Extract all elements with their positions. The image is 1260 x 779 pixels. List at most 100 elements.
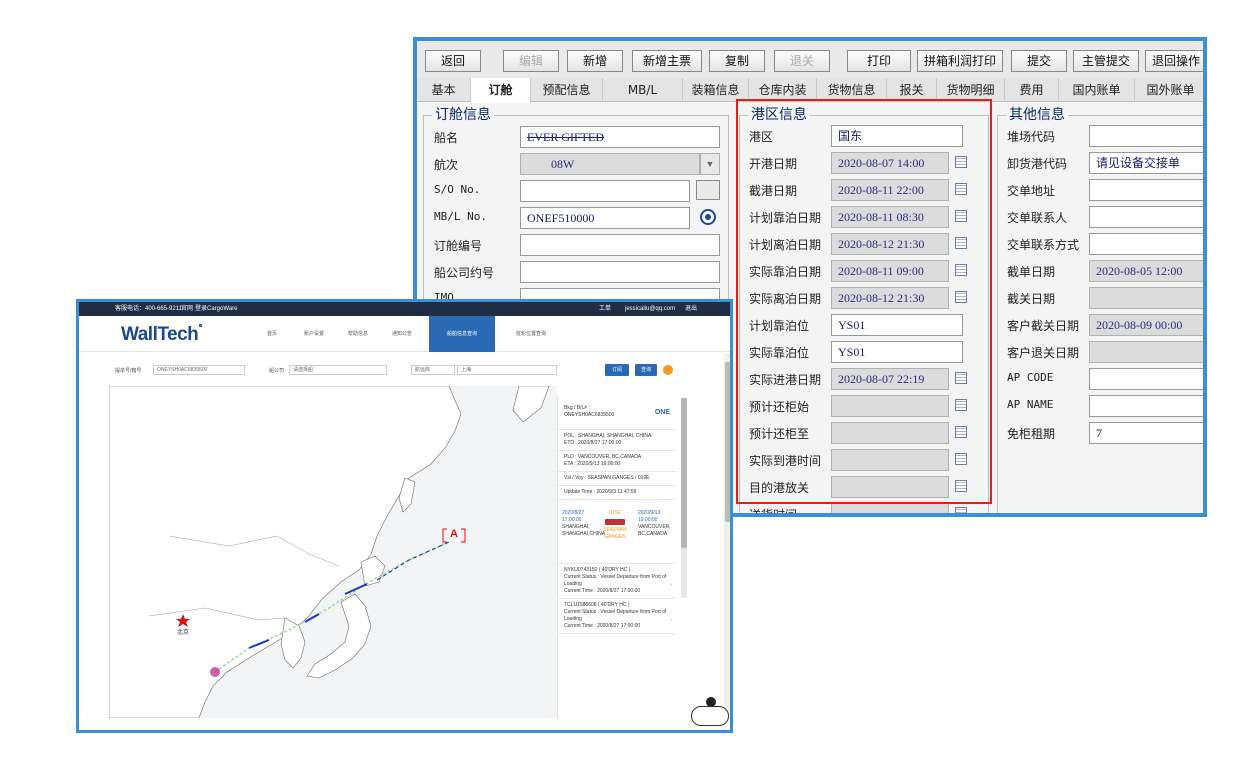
so-lookup-button[interactable] — [696, 180, 720, 200]
field-voyage: 航次 08W ▼ — [424, 153, 730, 175]
so-no-input[interactable] — [520, 180, 690, 202]
field-carrier-contract: 船公司约号 — [424, 261, 730, 283]
bl-search-input[interactable]: ONEYSH0AC6839500 — [153, 365, 245, 375]
nav-liner-position[interactable]: 班轮位置查询 — [503, 316, 559, 352]
booking-info-title: 订舱信息 — [432, 104, 494, 124]
port-field-input[interactable] — [831, 503, 949, 513]
destination-marker: A — [450, 528, 458, 540]
nav-notice[interactable]: 通知公告 — [385, 316, 419, 352]
ship-icon — [605, 519, 625, 525]
edit-button[interactable]: 编辑 — [503, 50, 559, 72]
nav-vessel-query[interactable]: 船舶信息查询 — [429, 316, 495, 352]
other-field-input[interactable]: 7 — [1089, 422, 1203, 444]
bl-label: 提单号/箱号 — [115, 368, 142, 374]
nav-home[interactable]: 首页 — [257, 316, 287, 352]
field-vessel: 船名 EVER GIFTED — [424, 126, 730, 148]
logo-mark-icon — [199, 324, 202, 327]
pol-section: POL : SHANGHAI, SHANGHAI, CHINA ETD : 20… — [558, 430, 676, 451]
copy-button[interactable]: 复制 — [709, 50, 765, 72]
tab-basic[interactable]: 基本 — [417, 78, 471, 102]
update-section: Update Time : 2020/9/3 11:47:59 — [558, 486, 676, 500]
other-field-row: 卸货港代码 请见设备交接单 — [997, 152, 1203, 174]
other-field-label: 交单地址 — [1007, 184, 1056, 198]
print-button[interactable]: 打印 — [847, 50, 911, 72]
other-field-input[interactable] — [1089, 233, 1203, 255]
origin-marker — [210, 667, 220, 677]
region-select[interactable]: 上海 — [457, 365, 557, 375]
tracking-window: 客服电话：400-665-9211 官网 登录CargoWare 工单 jess… — [76, 299, 733, 733]
other-field-input[interactable]: 2020-08-09 00:00 — [1089, 314, 1203, 336]
chat-assistant-icon[interactable] — [691, 697, 729, 726]
other-field-label: 免柜租期 — [1007, 427, 1056, 441]
other-field-input[interactable] — [1089, 341, 1203, 363]
other-field-input[interactable] — [1089, 287, 1203, 309]
container-item[interactable]: NYKU0743150 ( 40'DRY HC ) Current Status… — [558, 564, 676, 599]
supervisor-submit-button[interactable]: 主管提交 — [1073, 50, 1139, 72]
other-field-input[interactable] — [1089, 125, 1203, 147]
tab-booking[interactable]: 订舱 — [471, 78, 531, 103]
carrier-select[interactable]: 请选择船 — [289, 365, 387, 375]
other-field-row: AP CODE — [997, 368, 1203, 390]
page-scrollbar[interactable] — [724, 354, 730, 718]
port-field-row: 送货时间 — [739, 503, 989, 517]
nav-help[interactable]: 帮助信息 — [341, 316, 375, 352]
add-master-button[interactable]: 新增主票 — [632, 50, 702, 72]
mbl-no-input[interactable]: ONEF510000 — [520, 207, 690, 229]
chevron-right-icon: › — [670, 582, 672, 588]
logout-link[interactable]: 退出 — [685, 302, 697, 316]
robot-head-icon — [706, 697, 716, 707]
other-field-row: 免柜租期 7 — [997, 422, 1203, 444]
voyage-card: 2020/8/27 17:00:00 SHANGHAI, SHANGHAI,CH… — [558, 500, 676, 564]
work-order-link[interactable]: 工单 — [599, 302, 611, 316]
other-field-input[interactable] — [1089, 206, 1203, 228]
other-field-input[interactable] — [1089, 179, 1203, 201]
vessel-input[interactable]: EVER GIFTED — [520, 126, 720, 148]
nav-account[interactable]: 账户设置 — [297, 316, 331, 352]
other-field-input[interactable] — [1089, 368, 1203, 390]
other-field-input[interactable]: 请见设备交接单 — [1089, 152, 1203, 174]
query-button[interactable]: 查询 — [635, 364, 657, 376]
tab-fees[interactable]: 费用 — [1005, 78, 1059, 102]
chevron-down-icon[interactable]: ▼ — [700, 153, 720, 175]
return-operation-button[interactable]: 退回操作 — [1145, 50, 1203, 72]
other-field-input[interactable] — [1089, 395, 1203, 417]
pld-section: PLD : VANCOUVER, BC,CANADA ETA : 2020/9/… — [558, 451, 676, 472]
capital-label: 北京 — [177, 630, 190, 636]
back-button[interactable]: 返回 — [425, 50, 481, 72]
website-link[interactable]: 官网 — [181, 302, 193, 316]
page-scroll-thumb[interactable] — [725, 362, 730, 522]
route-map[interactable]: 北京 A — [109, 386, 557, 718]
voyage-select[interactable]: 08W — [520, 153, 700, 175]
carrier-label: 船公司 — [269, 368, 285, 374]
other-field-row: 堆场代码 — [997, 125, 1203, 147]
calendar-icon[interactable] — [955, 507, 967, 513]
booking-no-input[interactable] — [520, 234, 720, 256]
other-field-row: 交单地址 — [997, 179, 1203, 201]
route-select[interactable]: 航运商 — [411, 365, 455, 375]
other-field-label: 卸货港代码 — [1007, 157, 1068, 171]
other-field-input[interactable]: 2020-08-05 12:00 — [1089, 260, 1203, 282]
login-link[interactable]: 登录CargoWare — [195, 302, 237, 316]
tab-domestic-bill[interactable]: 国内账单 — [1059, 78, 1135, 102]
nav-bar: WallTech 首页 账户设置 帮助信息 通知公告 船舶信息查询 班轮位置查询 — [79, 316, 730, 352]
shut-out-button[interactable]: 退关 — [774, 50, 830, 72]
container-item[interactable]: TCLU1586608 ( 40'DRY HC ) Current Status… — [558, 599, 676, 634]
submit-button[interactable]: 提交 — [1011, 50, 1067, 72]
tab-mbl[interactable]: MB/L — [603, 78, 683, 102]
tab-preallocation[interactable]: 预配信息 — [531, 78, 603, 102]
field-so-no: S/O No. — [424, 180, 730, 202]
target-icon[interactable] — [700, 209, 716, 225]
other-field-label: 客户退关日期 — [1007, 346, 1080, 360]
help-icon[interactable] — [663, 365, 673, 375]
tab-foreign-bill[interactable]: 国外账单 — [1135, 78, 1203, 102]
panel-scrollbar[interactable] — [681, 398, 687, 598]
field-mbl-no: MB/L No. ONEF510000 — [424, 207, 730, 229]
subscribe-button[interactable]: 订阅 — [605, 364, 629, 376]
carrier-contract-input[interactable] — [520, 261, 720, 283]
add-button[interactable]: 新增 — [567, 50, 623, 72]
carrier-logo: ONE — [654, 409, 670, 416]
chevron-right-icon: › — [670, 617, 672, 623]
panel-scroll-thumb[interactable] — [681, 398, 687, 548]
port-field-label: 送货时间 — [749, 508, 798, 517]
lcl-profit-print-button[interactable]: 拼箱利润打印 — [917, 50, 1003, 72]
